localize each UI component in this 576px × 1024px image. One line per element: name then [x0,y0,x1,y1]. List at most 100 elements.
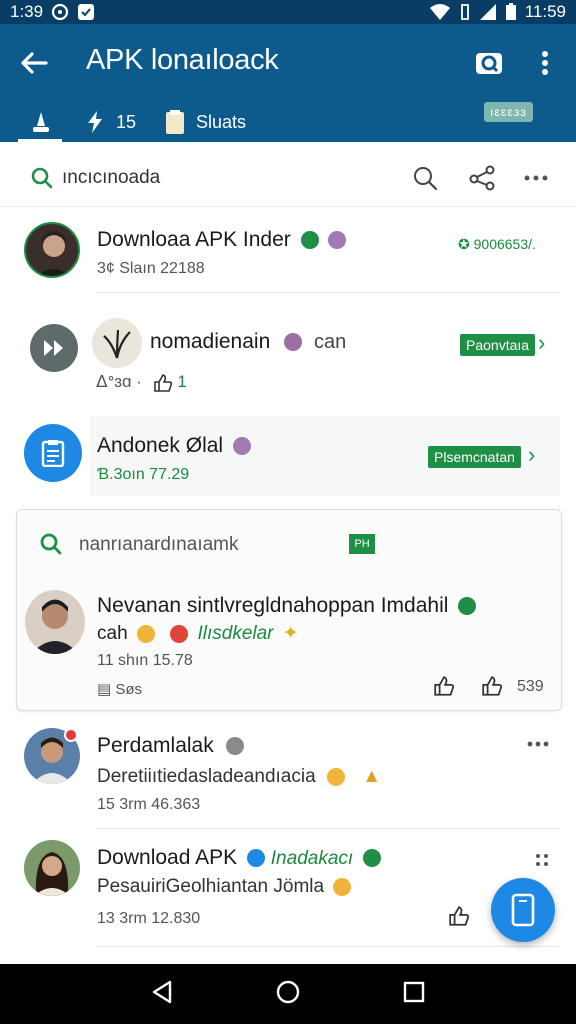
warning-icon: ▲ [362,766,382,787]
verified-badge-icon [300,231,319,250]
wifi-icon [429,3,451,21]
tag-icon [284,333,303,352]
thumbs-up-icon [434,676,455,696]
triangle-back-icon [153,980,172,1003]
system-nav-bar [0,964,576,1024]
tag-icon [328,231,347,250]
verified-badge-icon [458,597,477,616]
thumbs-up-icon [449,906,470,926]
status-time-right: 11:59 [524,2,566,21]
action-pill[interactable]: Paonvtaıa [460,334,536,356]
divider [0,206,576,207]
notification-badge [64,728,78,742]
notification-icon [77,3,95,21]
back-button[interactable] [18,48,52,78]
nav-back-button[interactable] [151,980,173,1009]
list-item[interactable]: Andonek Ølal Ɓ.3oın 77.29 Plsemcnatan › [0,416,576,496]
post-card: nanrıanardınaıamk PH Nevanan sintlvregld… [16,509,562,711]
sparkle-icon: ✦ [282,623,299,644]
back-arrow-icon [21,52,48,74]
overflow-menu-button[interactable] [536,48,554,78]
chevron-right-icon: › [538,330,546,355]
tag-icon [232,437,251,456]
app-title: APK lonaıloack [86,44,279,76]
tab-chip[interactable]: ıɛɛɛɜɜ [484,102,533,122]
card-chip[interactable]: PH [349,534,375,554]
list-item[interactable]: nomadienain can ᐃᐤɜɑ · 1 Paonvtaıa › [0,300,576,404]
item-title: Perdamlalak [97,734,244,758]
item-subtitle: PesauiriGeolhiantan Jömla [97,876,352,898]
tab-flash-label: 15 [116,111,137,132]
signal-icon [479,3,497,21]
list-item[interactable]: Downloaa APK Inder 3¢ Slaın 22188 ✪ 9006… [0,214,576,294]
person-icon [33,112,49,132]
avatar [25,590,85,654]
thumbs-up-button[interactable] [433,676,455,701]
compose-fab-button[interactable] [491,878,555,942]
phone-icon [511,893,535,927]
action-pill[interactable]: Plsemcnatan [428,446,521,468]
list-item[interactable]: Download APK Inadakacı PesauiriGeolhiant… [0,836,576,946]
card-line2: cah Ilısdkelar ✦ [97,623,299,644]
clipboard-icon [166,110,184,134]
tab-flash[interactable]: 15 [84,102,136,142]
circle-home-icon [276,980,300,1003]
divider [96,292,560,293]
emoji-icon [333,877,352,896]
nav-recents-button[interactable] [403,981,425,1008]
search-icon [30,166,54,195]
avatar [92,318,142,368]
camera-search-icon [476,53,502,74]
thumbs-up-button[interactable] [448,906,470,931]
item-subtitle: 3¢ Slaın 22188 [97,260,205,277]
search-row: ıncıcınoada [0,150,576,206]
item-stat: ✪ 9006653/. [458,236,536,252]
emoji-icon [136,624,155,643]
battery-icon [505,3,517,21]
avatar [24,840,80,896]
square-recents-icon [403,981,424,1002]
tab-stats[interactable]: Sluats [164,102,246,142]
item-title: Andonek Ølal [97,434,251,458]
tab-bar: 15 Sluats ıɛɛɛɜɜ [0,102,576,142]
tab-home[interactable] [30,102,52,142]
item-subtitle: Deretiiıtiedasladeandıacia ▲ [97,766,382,787]
nav-home-button[interactable] [276,980,300,1009]
divider [96,946,560,947]
sync-icon [51,3,69,21]
clipboard-button[interactable] [24,424,82,482]
chevron-right-icon: › [528,442,536,467]
item-title: Downloaa APK Inder [97,228,347,252]
app-bar: APK lonaıloack 15 Sluats ıɛɛɛɜɜ [0,24,576,142]
status-time-left: 1:39 [10,2,44,21]
list-icon: ▤ [97,681,112,698]
check-badge-icon [363,849,382,868]
share-icon[interactable] [468,164,496,192]
item-subtitle: Ɓ.3oın 77.29 [97,466,190,483]
card-search-input[interactable]: nanrıanardınaıamk [79,534,239,556]
vibrate-icon [459,3,471,21]
more-horiz-icon[interactable] [524,730,552,758]
like-button[interactable] [481,676,503,701]
divider [96,828,560,829]
play-button[interactable] [30,324,78,372]
camera-search-button[interactable] [474,48,504,78]
more-vert-icon [542,51,548,75]
list-item[interactable]: Perdamlalak Deretiiıtiedasladeandıacia ▲… [0,722,576,830]
verified-badge-icon [246,849,265,868]
card-count: 539 [517,678,544,695]
search-icon[interactable] [411,164,439,192]
item-reactions: ᐃᐤɜɑ · 1 [96,372,187,392]
more-horiz-icon[interactable] [522,164,550,192]
card-time: 11 shın 15.78 [97,652,193,669]
tab-indicator [18,139,62,142]
grid-dots-icon[interactable] [528,846,556,874]
pause-badge-icon [225,737,244,756]
tab-stats-label: Sluats [196,111,247,132]
thumbs-up-icon [482,676,503,696]
fast-forward-icon [44,340,63,356]
search-input[interactable]: ıncıcınoada [62,167,160,189]
item-time: 15 3rm 46.363 [97,796,201,813]
item-title: Download APK Inadakacı [97,846,382,870]
card-meta: ▤ Søs [97,681,143,698]
